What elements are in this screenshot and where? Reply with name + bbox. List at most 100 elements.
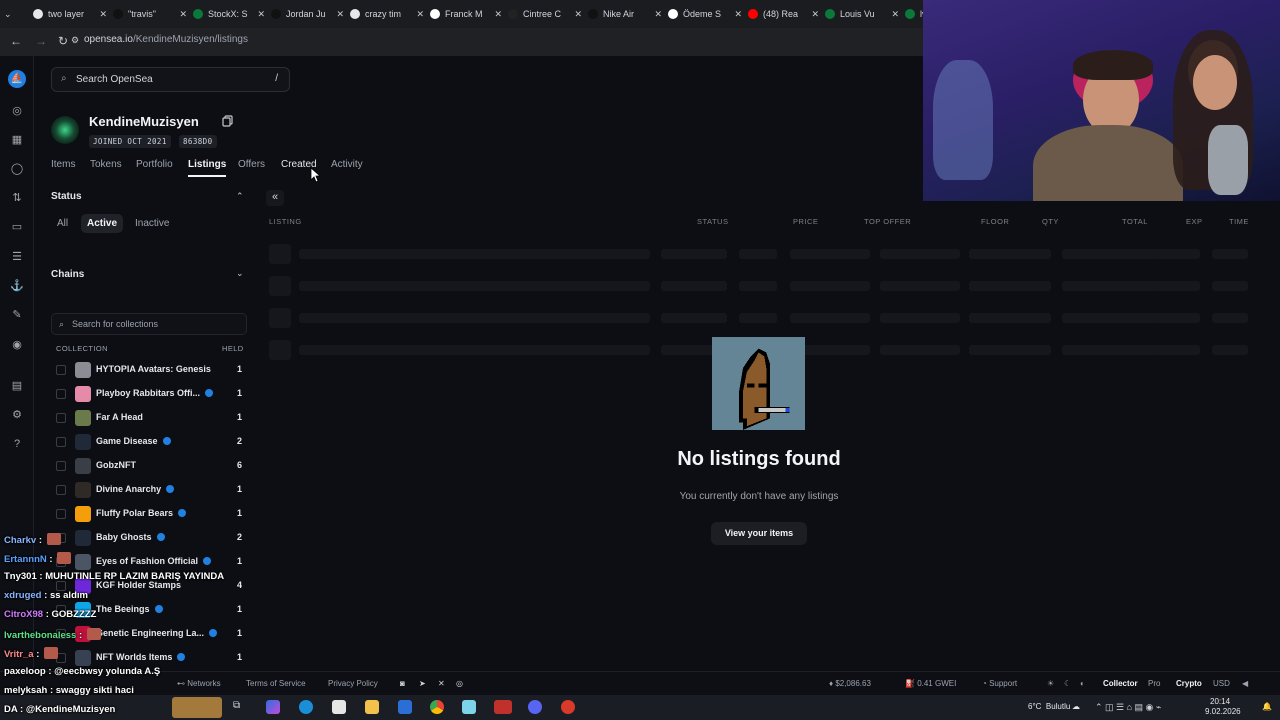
currency-usd[interactable]: USD: [1213, 679, 1230, 688]
collection-row[interactable]: HYTOPIA Avatars: Genesis 1: [51, 359, 247, 381]
speaker-icon[interactable]: ◀: [1242, 679, 1248, 688]
clock-time[interactable]: 20:14: [1210, 697, 1230, 706]
document-icon[interactable]: ▤: [10, 379, 24, 393]
contrast-icon[interactable]: ◐: [1080, 679, 1085, 688]
browser-tab[interactable]: two layer ✕: [33, 4, 109, 24]
anchor-icon[interactable]: ⚓: [10, 279, 24, 293]
status-all[interactable]: All: [51, 214, 74, 233]
chat-username[interactable]: CitroX98: [4, 609, 43, 620]
tab-items[interactable]: Items: [51, 159, 75, 170]
swap-icon[interactable]: ⇅: [10, 191, 24, 205]
support-link[interactable]: ◔ Support: [982, 679, 1017, 688]
grid-icon[interactable]: ▦: [10, 133, 24, 147]
copy-icon[interactable]: [222, 115, 234, 127]
close-tab-icon[interactable]: ✕: [494, 9, 502, 20]
tab-tokens[interactable]: Tokens: [90, 159, 122, 170]
collection-row[interactable]: Playboy Rabbitars Offi... 1: [51, 383, 247, 405]
status-filter-title[interactable]: Status: [51, 191, 82, 202]
notification-icon[interactable]: 🔔: [1262, 702, 1272, 711]
pen-icon[interactable]: ✎: [10, 308, 24, 322]
discord-taskbar-icon[interactable]: [528, 700, 542, 714]
tab-offers[interactable]: Offers: [238, 159, 265, 170]
sun-icon[interactable]: ☀: [1047, 679, 1054, 688]
app-icon[interactable]: [462, 700, 476, 714]
chains-filter-title[interactable]: Chains: [51, 269, 84, 280]
obs-icon[interactable]: [561, 700, 575, 714]
view-your-items-button[interactable]: View your items: [711, 522, 807, 545]
collection-search-input[interactable]: ⌕ Search for collections: [51, 313, 247, 335]
telegram-icon[interactable]: ➤: [419, 679, 426, 688]
browser-tab[interactable]: Franck M ✕: [430, 4, 504, 24]
address-badge[interactable]: 8638D0: [179, 135, 217, 148]
collection-row[interactable]: Game Disease 2: [51, 431, 247, 453]
reload-icon[interactable]: ↻: [58, 34, 68, 48]
collection-row[interactable]: Divine Anarchy 1: [51, 479, 247, 501]
close-tab-icon[interactable]: ✕: [336, 9, 344, 20]
chat-username[interactable]: paxeloop: [4, 666, 46, 677]
close-tab-icon[interactable]: ✕: [257, 9, 265, 20]
collapse-sidebar-button[interactable]: «: [266, 190, 284, 206]
help-icon[interactable]: ?: [10, 437, 24, 451]
tray-icons[interactable]: ⌃ ◫ ☰ ⌂ ▤ ◉ ⌁: [1095, 702, 1161, 713]
circle-icon[interactable]: ◯: [10, 162, 24, 176]
close-tab-icon[interactable]: ✕: [811, 9, 819, 20]
collection-row[interactable]: GobzNFT 6: [51, 455, 247, 477]
chevron-down-icon[interactable]: ⌄: [236, 268, 244, 279]
chrome-icon[interactable]: [430, 700, 444, 714]
compass-icon[interactable]: ◎: [10, 104, 24, 118]
clock-date[interactable]: 9.02.2026: [1205, 707, 1241, 716]
chat-username[interactable]: melyksah: [4, 685, 47, 696]
browser-tab[interactable]: Ödeme S ✕: [668, 4, 744, 24]
collection-checkbox[interactable]: [56, 389, 66, 399]
profile-icon[interactable]: ◉: [10, 338, 24, 352]
tab-listings[interactable]: Listings: [188, 159, 227, 177]
browser-tab[interactable]: lv: [905, 4, 925, 24]
mode-pro[interactable]: Pro: [1148, 679, 1160, 688]
x-icon[interactable]: ✕: [438, 679, 445, 688]
moon-icon[interactable]: ☾: [1064, 679, 1071, 688]
video-editor-icon[interactable]: [494, 700, 512, 714]
status-inactive[interactable]: Inactive: [129, 214, 175, 233]
tab-activity[interactable]: Activity: [331, 159, 363, 170]
url-field[interactable]: opensea.io/KendineMuzisyen/listings: [84, 34, 248, 45]
browser-tab[interactable]: (48) Rea ✕: [748, 4, 821, 24]
close-tab-icon[interactable]: ✕: [99, 9, 107, 20]
site-info-icon[interactable]: ⚙: [71, 35, 79, 46]
instagram-icon[interactable]: ◎: [456, 679, 463, 688]
opensea-logo-icon[interactable]: ⛵: [8, 70, 26, 88]
settings-icon[interactable]: ⚙: [10, 408, 24, 422]
status-active[interactable]: Active: [81, 214, 124, 233]
avatar[interactable]: [51, 116, 79, 144]
chat-username[interactable]: ErtannnN: [4, 554, 47, 565]
collection-checkbox[interactable]: [56, 437, 66, 447]
tab-portfolio[interactable]: Portfolio: [136, 159, 173, 170]
close-tab-icon[interactable]: ✕: [891, 9, 899, 20]
list-icon[interactable]: ☰: [10, 250, 24, 264]
chevron-up-icon[interactable]: ⌃: [236, 191, 244, 202]
close-tab-icon[interactable]: ✕: [654, 9, 662, 20]
collection-checkbox[interactable]: [56, 365, 66, 375]
chat-username[interactable]: Charkv: [4, 535, 36, 546]
calendar-icon[interactable]: ▭: [10, 220, 24, 234]
close-tab-icon[interactable]: ✕: [574, 9, 582, 20]
browser-tab[interactable]: Jordan Ju ✕: [271, 4, 346, 24]
collection-checkbox[interactable]: [56, 485, 66, 495]
collection-checkbox[interactable]: [56, 509, 66, 519]
forward-icon[interactable]: →: [35, 34, 47, 48]
chat-username[interactable]: Tny301: [4, 571, 37, 582]
browser-tab[interactable]: Louis Vu ✕: [825, 4, 901, 24]
currency-crypto[interactable]: Crypto: [1176, 679, 1202, 688]
collection-checkbox[interactable]: [56, 461, 66, 471]
mode-collector[interactable]: Collector: [1103, 679, 1138, 688]
browser-tab[interactable]: StockX: S ✕: [193, 4, 267, 24]
chat-username[interactable]: Vritr_a: [4, 649, 34, 660]
chat-username[interactable]: Ivarthebonaless: [4, 630, 76, 641]
back-icon[interactable]: ←: [10, 34, 22, 48]
chat-username[interactable]: xdruged: [4, 590, 41, 601]
weather-text[interactable]: 6°C Bulutlu: [1028, 702, 1070, 711]
browser-tab[interactable]: crazy tim ✕: [350, 4, 426, 24]
outlook-icon[interactable]: [398, 700, 412, 714]
browser-tab[interactable]: "travis" ✕: [113, 4, 189, 24]
discord-icon[interactable]: ◙: [400, 679, 405, 688]
tab-list-button[interactable]: ⌄: [4, 4, 18, 24]
